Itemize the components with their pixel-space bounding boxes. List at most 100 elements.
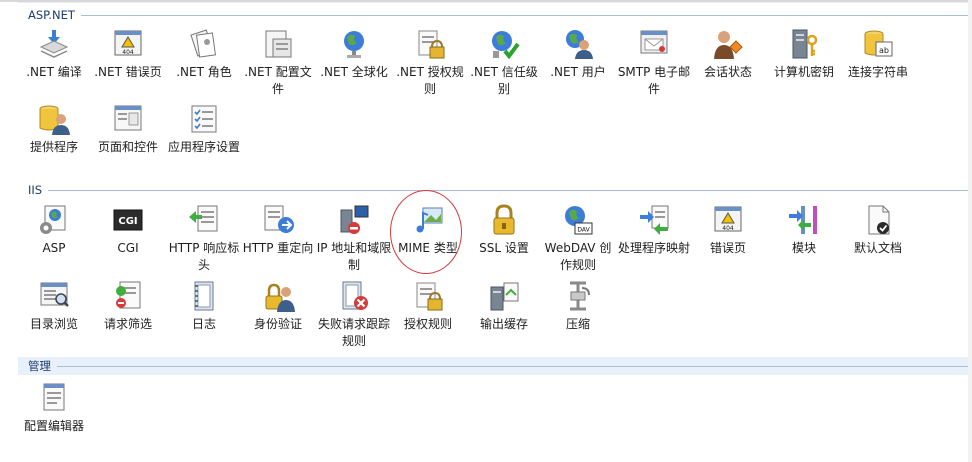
directory-browsing-icon: [40, 282, 69, 307]
logging-icon: [194, 281, 214, 311]
svg-text:404: 404: [722, 225, 734, 232]
feature-label: 会话状态: [703, 65, 752, 79]
cgi-icon: CGI: [113, 209, 143, 231]
default-document-icon: [868, 205, 890, 235]
trust-level-icon: [492, 31, 520, 60]
ssl-lock-icon: [493, 204, 515, 235]
machine-key-icon: [792, 29, 818, 59]
feature-compression[interactable]: 压缩: [540, 279, 616, 333]
feature-label: 错误页: [709, 241, 746, 255]
feature-http-redirect[interactable]: HTTP 重定向: [240, 203, 316, 257]
smtp-email-icon: [640, 30, 668, 54]
feature-authentication[interactable]: 身份验证: [240, 279, 316, 333]
authorization-rules-icon: [418, 30, 445, 59]
compile-icon: [39, 30, 69, 58]
feature-error-pages[interactable]: 404 错误页: [690, 203, 766, 257]
modules-icon: [789, 206, 817, 234]
connection-string-icon: ab: [864, 30, 893, 57]
feature-cgi[interactable]: CGI CGI: [90, 203, 166, 257]
section-title-aspnet: ASP.NET: [28, 8, 75, 22]
feature-label: .NET 错误页: [94, 65, 162, 79]
authentication-icon: [265, 283, 295, 312]
feature-output-caching[interactable]: 输出缓存: [466, 279, 542, 333]
feature-label: 应用程序设置: [167, 140, 240, 154]
configuration-editor-icon: [43, 383, 65, 411]
feature-net-compile[interactable]: .NET 编译: [16, 27, 92, 81]
feature-machine-key[interactable]: 计算机密钥: [766, 27, 842, 81]
feature-label: CGI: [117, 241, 139, 255]
feature-label: 提供程序: [29, 140, 78, 154]
feature-logging[interactable]: 日志: [166, 279, 242, 333]
feature-label: 压缩: [565, 317, 590, 331]
users-icon: [566, 30, 593, 59]
asp-icon: [40, 205, 66, 234]
feature-label: 计算机密钥: [773, 65, 834, 79]
feature-asp[interactable]: ASP: [16, 203, 92, 257]
feature-label: 默认文档: [853, 241, 902, 255]
feature-default-document[interactable]: 默认文档: [840, 203, 916, 257]
section-header-iis[interactable]: IIS: [18, 181, 972, 199]
feature-connection-strings[interactable]: ab 连接字符串: [840, 27, 916, 81]
roles-icon: [190, 29, 217, 58]
error-page-404-icon: 404: [114, 30, 142, 56]
feature-label: WebDAV 创作规则: [544, 241, 612, 272]
feature-label: HTTP 响应标头: [168, 241, 240, 272]
iis-authorization-icon: [416, 282, 443, 311]
feature-configuration-editor[interactable]: 配置编辑器: [16, 381, 92, 435]
session-state-icon: [714, 31, 743, 59]
feature-net-profile[interactable]: .NET 配置文件: [240, 27, 316, 98]
compression-icon: [570, 281, 590, 311]
profile-icon: [265, 30, 292, 58]
feature-net-roles[interactable]: .NET 角色: [166, 27, 242, 81]
feature-label: .NET 全球化: [320, 65, 388, 79]
app-settings-icon: [191, 105, 217, 133]
feature-app-settings[interactable]: 应用程序设置: [166, 102, 242, 156]
feature-iis-authorization-rules[interactable]: 授权规则: [390, 279, 466, 333]
feature-label: 失败请求跟踪规则: [317, 317, 390, 348]
feature-net-error-pages[interactable]: 404 .NET 错误页: [90, 27, 166, 81]
svg-text:CGI: CGI: [118, 216, 137, 227]
feature-session-state[interactable]: 会话状态: [690, 27, 766, 81]
feature-label: .NET 授权规则: [396, 65, 464, 96]
feature-request-filtering[interactable]: 请求筛选: [90, 279, 166, 333]
feature-failed-request-tracing[interactable]: 失败请求跟踪规则: [316, 279, 392, 350]
feature-smtp-email[interactable]: SMTP 电子邮件: [616, 27, 692, 98]
feature-label: .NET 角色: [176, 65, 232, 79]
svg-text:404: 404: [122, 49, 134, 56]
feature-label: 授权规则: [403, 317, 452, 331]
feature-pages-controls[interactable]: 页面和控件: [90, 102, 166, 156]
feature-ssl-settings[interactable]: SSL 设置: [466, 203, 542, 257]
webdav-icon: DAV: [565, 206, 593, 235]
section-header-management[interactable]: 管理: [18, 357, 972, 375]
section-header-aspnet[interactable]: ASP.NET: [18, 6, 972, 24]
feature-providers[interactable]: 提供程序: [16, 102, 92, 156]
feature-label: SMTP 电子邮件: [617, 65, 691, 96]
feature-webdav-authoring-rules[interactable]: DAV WebDAV 创作规则: [540, 203, 616, 274]
feature-handler-mappings[interactable]: 处理程序映射: [616, 203, 692, 257]
vertical-scrollbar[interactable]: [968, 0, 972, 462]
providers-icon: [39, 105, 70, 135]
section-title-iis: IIS: [28, 183, 43, 197]
section-divider: [57, 365, 970, 367]
feature-net-authorization-rules[interactable]: .NET 授权规则: [392, 27, 468, 98]
feature-http-response-headers[interactable]: HTTP 响应标头: [166, 203, 242, 274]
feature-directory-browsing[interactable]: 目录浏览: [16, 279, 92, 333]
svg-text:ab: ab: [879, 46, 889, 55]
highlight-circle-annotation: [390, 190, 462, 274]
feature-ip-domain-restrictions[interactable]: IP 地址和域限制: [316, 203, 392, 274]
feature-label: .NET 信任级别: [470, 65, 538, 96]
http-redirect-icon: [264, 205, 294, 233]
feature-label: 连接字符串: [847, 65, 908, 79]
pages-controls-icon: [114, 105, 142, 131]
feature-label: .NET 用户: [550, 65, 606, 79]
feature-net-globalization[interactable]: .NET 全球化: [316, 27, 392, 81]
feature-label: HTTP 重定向: [242, 241, 314, 255]
feature-net-users[interactable]: .NET 用户: [540, 27, 616, 81]
section-divider: [48, 189, 970, 191]
feature-net-trust-levels[interactable]: .NET 信任级别: [466, 27, 542, 98]
feature-label: 处理程序映射: [617, 241, 690, 255]
feature-label: 日志: [191, 317, 216, 331]
feature-label: SSL 设置: [479, 241, 529, 255]
feature-modules[interactable]: 模块: [766, 203, 842, 257]
feature-label: 请求筛选: [103, 317, 152, 331]
